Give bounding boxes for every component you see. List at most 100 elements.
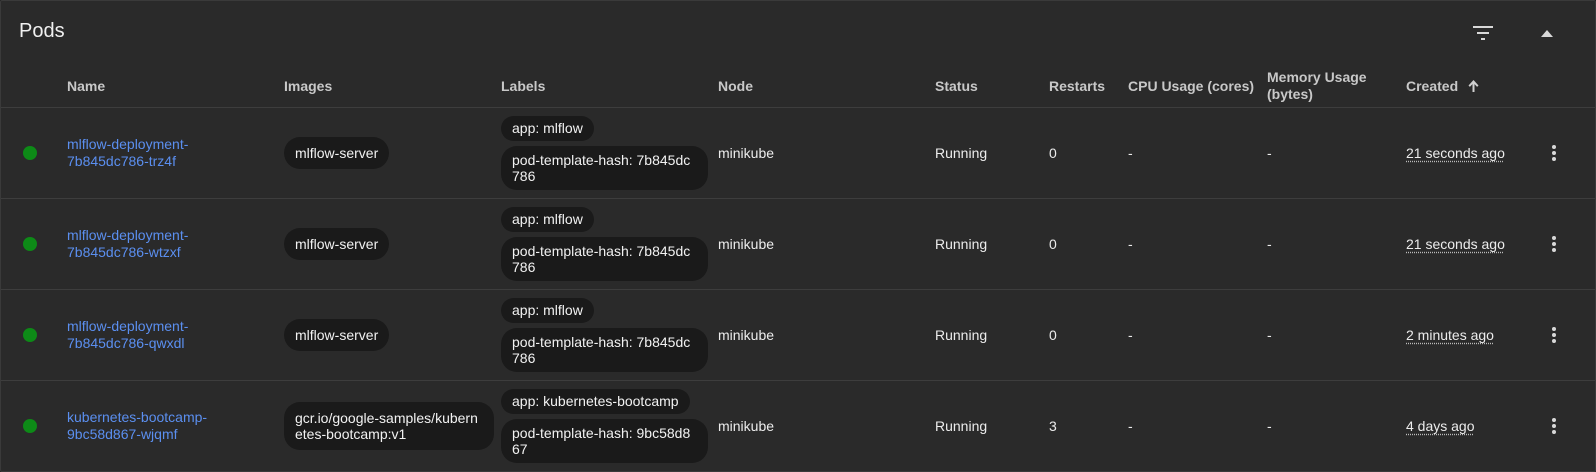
cpu-usage-cell: - [1128, 107, 1267, 199]
images-cell: mlflow-server [284, 107, 501, 199]
image-chip: mlflow-server [284, 319, 390, 351]
labels-list: app: mlflow pod-template-hash: 7b845dc78… [501, 298, 718, 372]
memory-usage-cell: - [1267, 198, 1406, 290]
created-time: 21 seconds ago [1406, 144, 1505, 161]
filter-list-icon [1473, 26, 1493, 40]
pod-name-link[interactable]: mlflow-deployment-7b845dc786-wtzxf [67, 227, 227, 261]
images-cell: gcr.io/google-samples/kubernetes-bootcam… [284, 381, 501, 472]
table-row: mlflow-deployment-7b845dc786-qwxdl mlflo… [1, 289, 1595, 381]
arrow-upward-icon [1468, 79, 1479, 92]
actions-cell [1524, 381, 1595, 472]
pod-name-link[interactable]: mlflow-deployment-7b845dc786-trz4f [67, 136, 227, 170]
label-chip-app: app: mlflow [501, 298, 594, 323]
table-row: mlflow-deployment-7b845dc786-wtzxf mlflo… [1, 198, 1595, 290]
pod-status-cell: Running [935, 198, 1049, 290]
header-cpu: CPU Usage (cores) [1128, 65, 1267, 108]
restarts-cell: 3 [1049, 418, 1057, 434]
created-time: 4 days ago [1406, 417, 1475, 434]
header-created[interactable]: Created [1406, 65, 1524, 108]
label-chip-pod-template-hash: pod-template-hash: 7b845dc786 [501, 146, 708, 190]
running-status-dot [23, 419, 37, 433]
row-actions-button[interactable] [1542, 414, 1566, 438]
pod-status-cell: Running [935, 107, 1049, 199]
pod-name-link[interactable]: mlflow-deployment-7b845dc786-qwxdl [67, 318, 227, 352]
images-cell: mlflow-server [284, 198, 501, 290]
labels-list: app: kubernetes-bootcamp pod-template-ha… [501, 389, 718, 463]
header-labels: Labels [501, 65, 718, 108]
actions-cell [1524, 198, 1595, 290]
created-cell: 21 seconds ago [1406, 107, 1524, 199]
more-vert-icon [1552, 236, 1556, 252]
name-cell: mlflow-deployment-7b845dc786-wtzxf [67, 198, 284, 290]
header-status-indicator [1, 65, 67, 108]
created-cell: 2 minutes ago [1406, 289, 1524, 381]
collapse-button[interactable] [1531, 17, 1563, 49]
arrow-drop-up-icon [1541, 29, 1553, 37]
created-cell: 21 seconds ago [1406, 198, 1524, 290]
header-status: Status [935, 65, 1049, 108]
pod-status-cell: Running [935, 289, 1049, 381]
table-header-row: Name Images Labels Node Status Restarts … [1, 65, 1595, 108]
header-memory-label: Memory Usage (bytes) [1267, 69, 1367, 102]
running-status-dot [23, 328, 37, 342]
header-name[interactable]: Name [67, 65, 284, 108]
labels-list: app: mlflow pod-template-hash: 7b845dc78… [501, 116, 718, 190]
header-restarts: Restarts [1049, 65, 1128, 108]
node-cell: minikube [718, 198, 935, 290]
label-chip-app: app: kubernetes-bootcamp [501, 389, 690, 414]
table-row: kubernetes-bootcamp-9bc58d867-wjqmf gcr.… [1, 381, 1595, 472]
status-cell [1, 107, 67, 199]
labels-cell: app: mlflow pod-template-hash: 7b845dc78… [501, 198, 718, 290]
header-actions [1524, 65, 1595, 108]
name-cell: kubernetes-bootcamp-9bc58d867-wjqmf [67, 381, 284, 472]
restarts-cell: 0 [1049, 107, 1128, 199]
status-cell [1, 198, 67, 290]
header-memory: Memory Usage (bytes) [1267, 65, 1406, 108]
status-cell [1, 381, 67, 472]
filter-button[interactable] [1467, 17, 1499, 49]
cpu-usage-cell: - [1128, 418, 1133, 434]
created-time: 21 seconds ago [1406, 235, 1505, 252]
row-actions-button[interactable] [1542, 141, 1566, 165]
node-cell: minikube [718, 418, 775, 434]
pod-name-link[interactable]: kubernetes-bootcamp-9bc58d867-wjqmf [67, 409, 227, 443]
row-actions-button[interactable] [1542, 323, 1566, 347]
pods-card: Pods Name Images Labels Node Status Rest… [0, 0, 1596, 472]
label-chip-pod-template-hash: pod-template-hash: 9bc58d867 [501, 419, 708, 463]
images-cell: mlflow-server [284, 289, 501, 381]
running-status-dot [23, 237, 37, 251]
created-time: 2 minutes ago [1406, 326, 1494, 343]
more-vert-icon [1552, 145, 1556, 161]
header-created-label: Created [1406, 77, 1459, 94]
label-chip-pod-template-hash: pod-template-hash: 7b845dc786 [501, 328, 708, 372]
name-cell: mlflow-deployment-7b845dc786-trz4f [67, 107, 284, 199]
label-chip-app: app: mlflow [501, 116, 594, 141]
image-chip: gcr.io/google-samples/kubernetes-bootcam… [284, 402, 494, 450]
header-node: Node [718, 65, 935, 108]
memory-usage-cell: - [1267, 289, 1406, 381]
memory-usage-cell: - [1267, 107, 1406, 199]
table-row: mlflow-deployment-7b845dc786-trz4f mlflo… [1, 107, 1595, 199]
pod-status-cell: Running [935, 418, 988, 434]
created-cell: 4 days ago [1406, 381, 1524, 472]
label-chip-pod-template-hash: pod-template-hash: 7b845dc786 [501, 237, 708, 281]
header-images: Images [284, 65, 501, 108]
restarts-cell: 0 [1049, 198, 1128, 290]
name-cell: mlflow-deployment-7b845dc786-qwxdl [67, 289, 284, 381]
image-chip: mlflow-server [284, 228, 390, 260]
actions-cell [1524, 289, 1595, 381]
labels-cell: app: mlflow pod-template-hash: 7b845dc78… [501, 289, 718, 381]
actions-cell [1524, 107, 1595, 199]
node-cell: minikube [718, 289, 935, 381]
running-status-dot [23, 146, 37, 160]
pods-table: Name Images Labels Node Status Restarts … [1, 65, 1595, 471]
labels-cell: app: mlflow pod-template-hash: 7b845dc78… [501, 107, 718, 199]
cpu-usage-cell: - [1128, 198, 1267, 290]
labels-list: app: mlflow pod-template-hash: 7b845dc78… [501, 207, 718, 281]
memory-usage-cell: - [1267, 418, 1272, 434]
status-cell [1, 289, 67, 381]
node-cell: minikube [718, 107, 935, 199]
label-chip-app: app: mlflow [501, 207, 594, 232]
row-actions-button[interactable] [1542, 232, 1566, 256]
restarts-cell: 0 [1049, 289, 1128, 381]
